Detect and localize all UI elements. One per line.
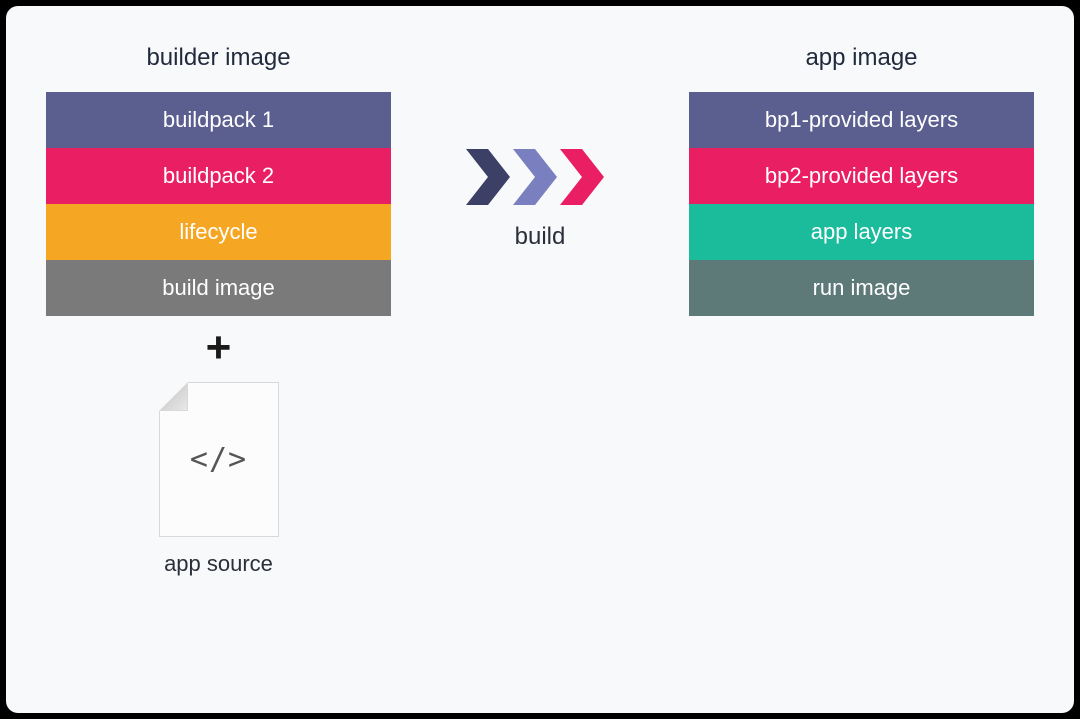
builder-image-column: builder image buildpack 1 buildpack 2 li… <box>46 44 391 577</box>
app-image-stack: bp1-provided layers bp2-provided layers … <box>689 92 1034 316</box>
build-arrow-column: build <box>391 44 689 251</box>
layer-bp2-provided: bp2-provided layers <box>689 148 1034 204</box>
layer-lifecycle: lifecycle <box>46 204 391 260</box>
layer-app-layers: app layers <box>689 204 1034 260</box>
diagram-canvas: builder image buildpack 1 buildpack 2 li… <box>6 6 1074 713</box>
app-source-label: app source <box>164 551 273 577</box>
build-label: build <box>515 223 566 251</box>
layer-bp1-provided: bp1-provided layers <box>689 92 1034 148</box>
layer-build-image: build image <box>46 260 391 316</box>
plus-icon: + <box>206 326 232 370</box>
app-image-column: app image bp1-provided layers bp2-provid… <box>689 44 1034 316</box>
app-source-document-icon: </> <box>159 382 279 537</box>
chevron-arrows-icon <box>466 149 615 205</box>
builder-image-stack: buildpack 1 buildpack 2 lifecycle build … <box>46 92 391 316</box>
layer-run-image: run image <box>689 260 1034 316</box>
layer-buildpack-1: buildpack 1 <box>46 92 391 148</box>
code-glyph: </> <box>190 442 247 477</box>
app-image-title: app image <box>805 44 917 72</box>
diagram-row: builder image buildpack 1 buildpack 2 li… <box>46 44 1034 577</box>
builder-image-title: builder image <box>146 44 290 72</box>
layer-buildpack-2: buildpack 2 <box>46 148 391 204</box>
chevron-icon-3 <box>560 149 615 205</box>
document-fold-corner <box>160 383 188 411</box>
